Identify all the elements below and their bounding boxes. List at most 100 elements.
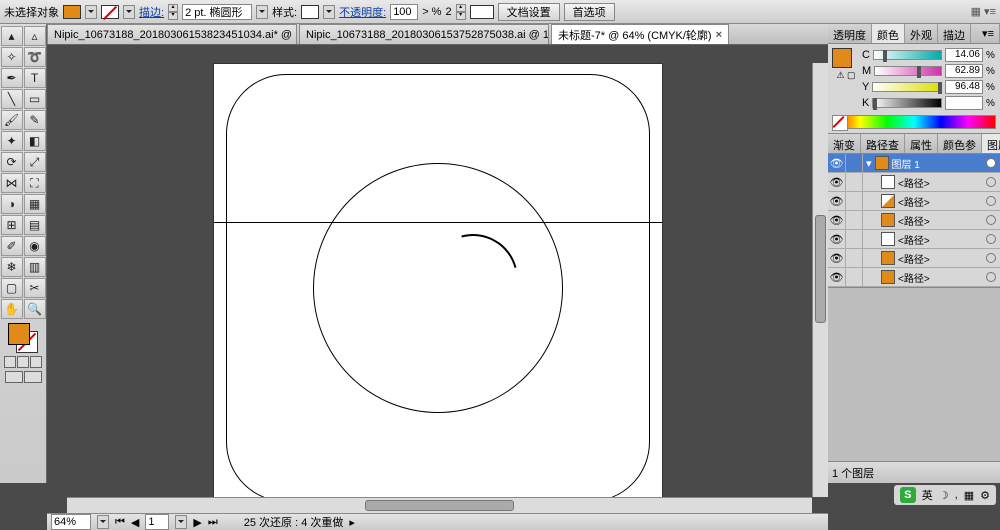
blend-tool[interactable]: ◉ [24, 236, 46, 256]
m-slider[interactable] [874, 66, 942, 76]
path-row[interactable]: 👁<路径> [828, 230, 1000, 249]
stroke-weight-input[interactable]: 2 pt. 椭圆形 [182, 4, 252, 20]
mesh-tool[interactable]: ⊞ [1, 215, 23, 235]
nav-last-icon[interactable]: ⏭ [208, 516, 218, 529]
visibility-icon[interactable]: 👁 [828, 173, 846, 191]
k-value[interactable] [945, 96, 983, 110]
h-scrollbar[interactable] [67, 497, 812, 513]
stroke-weight-drop[interactable] [256, 5, 268, 19]
c-value[interactable]: 14.06 [945, 48, 983, 62]
panel-fill-swatch[interactable] [832, 48, 852, 68]
zoom-drop[interactable] [97, 515, 109, 529]
path-row[interactable]: 👁 <路径> [828, 211, 1000, 230]
tab-attr[interactable]: 属性 [905, 134, 938, 153]
prefs-button[interactable]: 首选项 [564, 3, 615, 21]
path-row[interactable]: 👁<路径> [828, 249, 1000, 268]
fill-drop[interactable] [85, 5, 97, 19]
h-scroll-thumb[interactable] [365, 500, 514, 511]
canvas-area[interactable] [47, 45, 828, 513]
pencil-tool[interactable]: ✎ [24, 110, 46, 130]
tray-moon-icon[interactable]: ☽ [939, 489, 949, 502]
align-swatch[interactable] [470, 5, 494, 19]
direct-select-tool[interactable]: ▵ [24, 26, 46, 46]
slice-tool[interactable]: ✂ [24, 278, 46, 298]
lock-cell[interactable] [849, 173, 863, 191]
selection-tool[interactable]: ▴ [1, 26, 23, 46]
path-row[interactable]: 👁<路径> [828, 268, 1000, 287]
lasso-tool[interactable]: ➰ [24, 47, 46, 67]
type-tool[interactable]: T [24, 68, 46, 88]
graph-tool[interactable]: ▥ [24, 257, 46, 277]
v-scrollbar[interactable] [812, 63, 828, 497]
tab-layers[interactable]: 图层 [982, 134, 1000, 153]
tab-opacity[interactable]: 透明度 [828, 24, 872, 43]
free-transform-tool[interactable]: ⛶ [24, 173, 46, 193]
style-drop[interactable] [323, 5, 335, 19]
extra-spin[interactable]: ▴▾ [456, 4, 466, 20]
perspective-tool[interactable]: ▦ [24, 194, 46, 214]
fill-color-icon[interactable] [8, 323, 30, 345]
fill-stroke-box[interactable] [8, 323, 38, 353]
scale-tool[interactable]: ⤢ [24, 152, 46, 172]
path-name[interactable]: <路径> [898, 251, 983, 266]
none-color-icon[interactable] [832, 115, 846, 129]
style-swatch[interactable] [301, 5, 319, 19]
width-tool[interactable]: ⋈ [1, 173, 23, 193]
artboard-tool[interactable]: ▢ [1, 278, 23, 298]
blob-brush-tool[interactable]: ✦ [1, 131, 23, 151]
spectrum-bar[interactable] [832, 115, 996, 129]
nav-next-icon[interactable]: ▶ [193, 516, 201, 529]
tray-bullet-icon[interactable]: , [955, 489, 958, 501]
gradient-tool[interactable]: ▤ [24, 215, 46, 235]
ime-s-icon[interactable]: S [900, 487, 916, 503]
pen-tool[interactable]: ✒ [1, 68, 23, 88]
stroke-spin[interactable]: ▴▾ [168, 4, 178, 20]
path-name[interactable]: <路径> [898, 270, 983, 285]
brush-tool[interactable]: 🖌 [1, 110, 23, 130]
zoom-input[interactable]: 64% [51, 514, 91, 530]
tray-gear-icon[interactable]: ⚙ [980, 489, 990, 502]
path-name[interactable]: <路径> [898, 213, 983, 228]
nav-prev-icon[interactable]: ◀ [131, 516, 139, 529]
target-icon[interactable] [986, 234, 996, 244]
target-icon[interactable] [986, 196, 996, 206]
target-icon[interactable] [986, 215, 996, 225]
panel-menu-icon[interactable]: ▾≡ [971, 24, 1000, 43]
visibility-icon[interactable]: 👁 [828, 211, 846, 229]
target-icon[interactable] [986, 158, 996, 168]
stroke-drop[interactable] [123, 5, 135, 19]
target-icon[interactable] [986, 253, 996, 263]
c-slider[interactable] [873, 50, 942, 60]
eyedropper-tool[interactable]: ✐ [1, 236, 23, 256]
doc-setup-button[interactable]: 文档设置 [498, 3, 560, 21]
visibility-icon[interactable]: 👁 [828, 154, 846, 172]
eraser-tool[interactable]: ◧ [24, 131, 46, 151]
zoom-tool[interactable]: 🔍 [24, 299, 46, 319]
path-row[interactable]: 👁 <路径> [828, 173, 1000, 192]
path-name[interactable]: <路径> [898, 175, 983, 190]
rect-tool[interactable]: ▭ [24, 89, 46, 109]
page-drop[interactable] [175, 515, 187, 529]
y-slider[interactable] [872, 82, 942, 92]
target-icon[interactable] [986, 272, 996, 282]
stroke-swatch[interactable] [101, 5, 119, 19]
none-mode-icon[interactable] [30, 356, 42, 368]
page-input[interactable]: 1 [145, 514, 169, 530]
k-slider[interactable] [872, 98, 942, 108]
tab-gradient[interactable]: 渐变 [828, 134, 861, 153]
tab-appearance[interactable]: 外观 [905, 24, 938, 43]
lock-cell[interactable] [849, 154, 863, 172]
tab-pathfinder[interactable]: 路径查 [861, 134, 905, 153]
target-icon[interactable] [986, 177, 996, 187]
ime-lang[interactable]: 英 [922, 487, 933, 503]
doc-tab-2[interactable]: Nipic_10673188_20180306153752875038.ai @… [299, 24, 549, 44]
screen-mode2-icon[interactable] [24, 371, 42, 383]
lock-cell[interactable] [849, 192, 863, 210]
color-mode-icon[interactable] [4, 356, 16, 368]
layer-name[interactable]: 图层 1 [892, 156, 983, 171]
shape-builder-tool[interactable]: ◑ [1, 194, 23, 214]
panel-menu-icon[interactable]: ▦ ▾≡ [971, 5, 996, 18]
line-tool[interactable]: ╲ [1, 89, 23, 109]
fill-swatch[interactable] [63, 5, 81, 19]
doc-tab-3[interactable]: 未标题-7* @ 64% (CMYK/轮廓)× [551, 24, 729, 44]
